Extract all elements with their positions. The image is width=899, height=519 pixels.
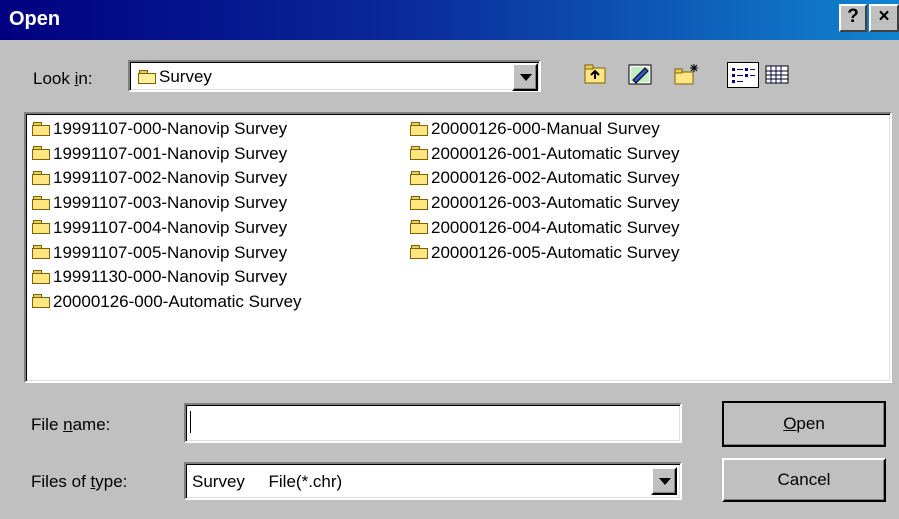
folder-icon xyxy=(410,195,428,210)
list-item-label: 20000126-001-Automatic Survey xyxy=(431,143,680,163)
list-item-label: 20000126-002-Automatic Survey xyxy=(431,168,680,188)
cancel-button[interactable]: Cancel xyxy=(722,458,886,502)
list-item-label: 19991107-004-Nanovip Survey xyxy=(53,217,288,237)
list-item[interactable]: 19991107-004-Nanovip Survey xyxy=(32,216,287,240)
list-view-icon[interactable] xyxy=(727,62,759,88)
folder-icon xyxy=(32,121,50,136)
list-item[interactable]: 19991107-000-Nanovip Survey xyxy=(32,117,287,141)
close-button[interactable]: × xyxy=(869,4,899,32)
folder-icon xyxy=(410,146,428,161)
folder-icon xyxy=(32,146,50,161)
folder-open-icon xyxy=(138,69,156,84)
list-item[interactable]: 19991107-001-Nanovip Survey xyxy=(32,142,287,166)
text-cursor xyxy=(190,411,191,433)
folder-icon xyxy=(32,269,50,284)
list-item-label: 20000126-000-Automatic Survey xyxy=(53,291,302,311)
list-item-label: 19991107-003-Nanovip Survey xyxy=(53,193,288,213)
help-button[interactable]: ? xyxy=(839,4,867,32)
list-item[interactable]: 20000126-005-Automatic Survey xyxy=(410,241,680,265)
list-item[interactable]: 19991107-005-Nanovip Survey xyxy=(32,241,287,265)
chevron-down-icon xyxy=(520,74,532,81)
file-type-dropdown-button[interactable] xyxy=(651,467,677,495)
folder-icon xyxy=(410,121,428,136)
file-type-value: Survey File(*.chr) xyxy=(192,472,343,491)
list-item-label: 20000126-000-Manual Survey xyxy=(431,119,660,138)
list-item[interactable]: 20000126-000-Automatic Survey xyxy=(32,290,302,314)
list-item[interactable]: 20000126-000-Manual Survey xyxy=(410,117,660,141)
file-type-label: Files of type: xyxy=(31,472,128,491)
look-in-value: Survey xyxy=(159,67,212,86)
folder-icon xyxy=(32,294,50,309)
list-item[interactable]: 20000126-004-Automatic Survey xyxy=(410,216,680,240)
look-in-label: Look in: xyxy=(33,69,93,88)
chevron-down-icon xyxy=(659,478,671,485)
list-item-label: 19991107-002-Nanovip Survey xyxy=(53,168,288,188)
file-name-label: File name: xyxy=(31,415,111,434)
list-item[interactable]: 20000126-002-Automatic Survey xyxy=(410,166,680,190)
folder-icon xyxy=(410,245,428,260)
list-item-label: 20000126-005-Automatic Survey xyxy=(431,242,680,262)
list-item-label: 19991107-001-Nanovip Survey xyxy=(53,143,288,163)
list-item-label: 19991107-005-Nanovip Survey xyxy=(53,242,288,262)
list-item-label: 20000126-004-Automatic Survey xyxy=(431,217,680,237)
folder-icon xyxy=(32,220,50,235)
new-folder-icon[interactable] xyxy=(673,62,701,88)
look-in-combo[interactable]: Survey xyxy=(128,60,541,92)
folder-icon xyxy=(32,245,50,260)
list-item[interactable]: 19991107-002-Nanovip Survey xyxy=(32,166,287,190)
folder-icon xyxy=(410,220,428,235)
file-name-input[interactable] xyxy=(184,403,682,443)
open-button[interactable]: Open xyxy=(722,401,886,447)
list-item-label: 19991107-000-Nanovip Survey xyxy=(53,119,288,138)
up-one-level-icon[interactable] xyxy=(582,62,610,88)
list-item[interactable]: 19991107-003-Nanovip Survey xyxy=(32,191,287,215)
file-list[interactable]: 19991107-000-Nanovip Survey 19991107-001-… xyxy=(24,112,892,383)
folder-icon xyxy=(410,170,428,185)
window-title: Open xyxy=(9,8,61,30)
look-in-dropdown-button[interactable] xyxy=(512,63,538,91)
list-item[interactable]: 20000126-003-Automatic Survey xyxy=(410,191,680,215)
list-item[interactable]: 20000126-001-Automatic Survey xyxy=(410,142,680,166)
list-item-label: 20000126-003-Automatic Survey xyxy=(431,193,680,213)
desktop-icon[interactable] xyxy=(627,62,655,88)
file-type-combo[interactable]: Survey File(*.chr) xyxy=(184,462,682,500)
folder-icon xyxy=(32,170,50,185)
list-item-label: 19991130-000-Nanovip Survey xyxy=(53,267,288,287)
title-bar[interactable]: Open ? × xyxy=(0,0,899,40)
details-view-icon[interactable] xyxy=(762,62,794,88)
list-item[interactable]: 19991130-000-Nanovip Survey xyxy=(32,265,287,289)
folder-icon xyxy=(32,195,50,210)
